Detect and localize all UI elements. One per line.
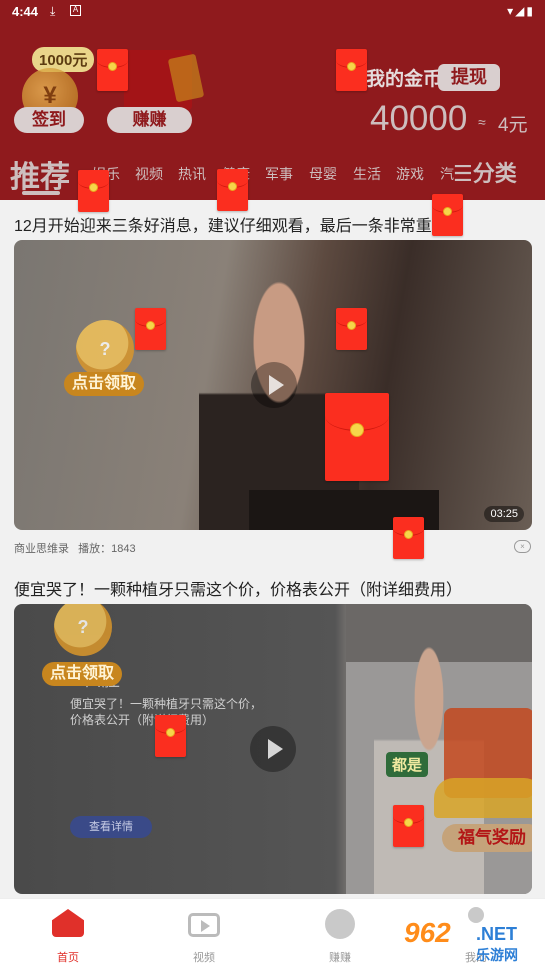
red-envelope-icon[interactable]	[336, 49, 367, 91]
mystery-coin-icon[interactable]: ?	[54, 604, 112, 656]
red-envelope-icon[interactable]	[97, 49, 128, 91]
article-plays: 播放：1843	[78, 543, 136, 555]
withdraw-button[interactable]: 提现	[438, 64, 500, 91]
signal-battery-icons: ▾◢▮	[507, 4, 535, 18]
tab-recommend[interactable]: 推荐	[10, 152, 70, 196]
play-icon[interactable]	[251, 362, 297, 408]
article-video-thumbnail[interactable]: ? 点击领取 03:25	[14, 240, 532, 530]
status-bar: 4:44 ⤓ A ▾◢▮	[0, 0, 545, 24]
red-envelope-icon[interactable]	[217, 169, 248, 211]
red-envelope-icon[interactable]	[393, 805, 424, 847]
watermark-site: 乐游网	[476, 947, 518, 963]
video-icon	[188, 913, 220, 937]
red-envelope-icon[interactable]	[155, 715, 186, 757]
tab-active-indicator	[22, 191, 60, 195]
red-envelope-icon[interactable]	[135, 308, 166, 350]
coin-amount: 40000	[370, 99, 468, 138]
approx-sign: ≈	[478, 114, 486, 130]
categories-button[interactable]: ☰分类	[453, 156, 517, 188]
watermark-suffix: .NET	[476, 924, 518, 944]
tab-parenting[interactable]: 母婴	[309, 164, 337, 184]
status-time: 4:44	[12, 4, 39, 19]
fortune-reward-widget[interactable]: 福气奖励	[434, 708, 532, 858]
dismiss-icon[interactable]: ×	[514, 540, 531, 553]
nav-home-label: 首页	[57, 952, 79, 964]
news-feed[interactable]: 12月开始迎来三条好消息，建议仔细观看，最后一条非常重要 ? 点击领取 03:2…	[0, 200, 545, 898]
nav-home[interactable]: 首页	[0, 899, 136, 970]
article-meta: 商业思维录 播放：1843	[14, 540, 136, 556]
fortune-reward-label: 福气奖励	[442, 824, 532, 852]
watermark-brand: 962	[404, 917, 451, 948]
gold-ingots-icon	[434, 778, 532, 818]
nav-video[interactable]: 视频	[136, 899, 272, 970]
tab-military[interactable]: 军事	[265, 164, 293, 184]
tab-hot-news[interactable]: 热讯	[178, 164, 206, 184]
article-title[interactable]: 便宜哭了！一颗种植牙只需这个价，价格表公开（附详细费用）	[14, 576, 462, 600]
claim-reward-button[interactable]: 点击领取	[64, 372, 145, 396]
red-envelope-icon[interactable]	[78, 170, 109, 212]
my-coins-label: 我的金币	[366, 69, 443, 90]
view-details-button[interactable]: 查看详情	[70, 816, 152, 838]
tab-games[interactable]: 游戏	[396, 164, 424, 184]
claim-reward-button[interactable]: 点击领取	[42, 662, 123, 686]
tab-video[interactable]: 视频	[135, 164, 163, 184]
red-envelope-icon[interactable]	[432, 194, 463, 236]
red-envelope-icon[interactable]	[336, 308, 367, 350]
ad-video-thumbnail[interactable]: 口腔 便宜哭了！一颗种植牙只需这个价，价格表公开（附详细费用） 查看详情 都是 …	[14, 604, 532, 894]
overlay-tag: 都是	[386, 752, 429, 777]
nav-earn[interactable]: 赚赚	[272, 899, 408, 970]
article-source: 商业思维录	[14, 543, 69, 555]
red-envelope-icon[interactable]	[393, 517, 424, 559]
categories-label: 分类	[472, 161, 517, 186]
earn-icon	[325, 909, 355, 939]
site-watermark: 962 .NET 乐游网	[402, 915, 542, 965]
menu-icon: ☰	[453, 161, 473, 186]
home-icon	[52, 909, 84, 937]
tab-life[interactable]: 生活	[353, 164, 381, 184]
download-icon: ⤓	[50, 4, 56, 18]
nav-video-label: 视频	[193, 952, 215, 964]
signin-button[interactable]: 签到	[14, 107, 84, 133]
earn-button[interactable]: 赚赚	[107, 107, 192, 133]
mystery-coin-icon[interactable]: ?	[76, 320, 134, 378]
red-envelope-icon[interactable]	[325, 393, 389, 481]
video-duration: 03:25	[484, 506, 524, 522]
notification-a-icon: A	[70, 5, 81, 16]
article-title[interactable]: 12月开始迎来三条好消息，建议仔细观看，最后一条非常重要	[14, 212, 448, 236]
nav-earn-label: 赚赚	[329, 952, 351, 964]
play-icon[interactable]	[250, 726, 296, 772]
tab-auto[interactable]: 汽	[440, 164, 454, 184]
rmb-amount: 4元	[498, 115, 528, 136]
